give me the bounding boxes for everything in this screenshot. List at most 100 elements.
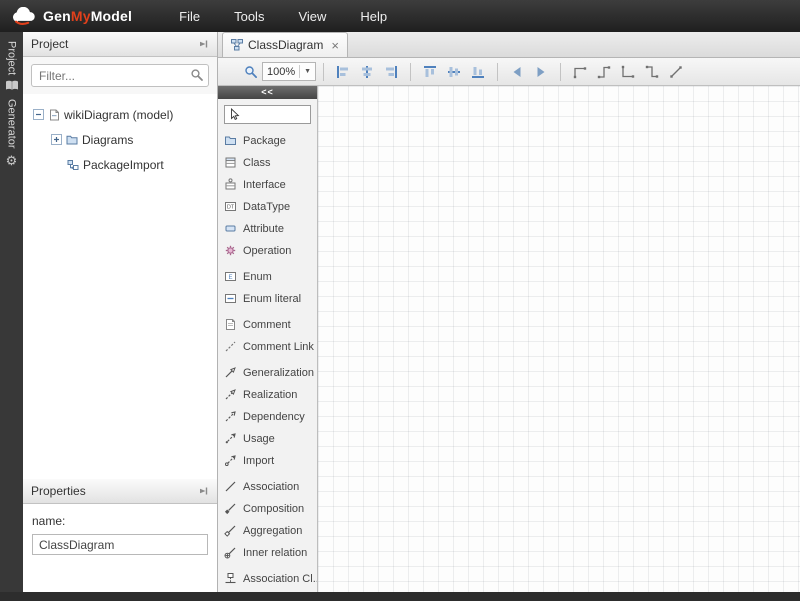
rail-tab-project[interactable]: Project bbox=[5, 37, 19, 95]
connector-down-right-button[interactable] bbox=[616, 60, 640, 83]
brand-text-my: My bbox=[71, 8, 91, 24]
book-icon bbox=[5, 80, 19, 91]
generalization-icon bbox=[224, 366, 237, 379]
rail-tab-project-label: Project bbox=[6, 41, 18, 75]
palette-item-label: Association Cl... bbox=[243, 573, 317, 585]
association-icon bbox=[224, 480, 237, 493]
app-window: GenMyModel File Tools View Help Project … bbox=[0, 0, 800, 601]
tree-item-wikidiagram[interactable]: wikiDiagram (model) bbox=[27, 102, 213, 127]
tree-item-diagrams[interactable]: Diagrams bbox=[27, 127, 213, 152]
palette-item-datatype[interactable]: DTDataType bbox=[224, 196, 317, 218]
palette-item-aggregation[interactable]: Aggregation bbox=[224, 520, 317, 542]
tree-item-packageimport[interactable]: PackageImport bbox=[27, 152, 213, 177]
genmymodel-logo-icon bbox=[10, 7, 38, 26]
diagrams-folder-icon bbox=[66, 134, 78, 146]
connector-straight-button[interactable] bbox=[664, 60, 688, 83]
expand-toggle-icon[interactable] bbox=[51, 134, 62, 145]
palette-item-label: Composition bbox=[243, 503, 304, 515]
align-middle-button[interactable] bbox=[442, 60, 466, 83]
connector-step-down-button[interactable] bbox=[640, 60, 664, 83]
usage-icon bbox=[224, 432, 237, 445]
palette-item-comment-link[interactable]: Comment Link bbox=[224, 336, 317, 358]
palette-item-dependency[interactable]: Dependency bbox=[224, 406, 317, 428]
menu-tools[interactable]: Tools bbox=[217, 2, 281, 31]
zoom-icon bbox=[244, 65, 258, 79]
connector-up-right-icon bbox=[573, 65, 587, 79]
align-center-button[interactable] bbox=[355, 60, 379, 83]
palette-item-package[interactable]: Package bbox=[224, 130, 317, 152]
toolbar-separator bbox=[560, 63, 561, 81]
palette-item-usage[interactable]: Usage bbox=[224, 428, 317, 450]
align-right-icon bbox=[384, 65, 398, 79]
palette-item-interface[interactable]: Interface bbox=[224, 174, 317, 196]
enum-icon: E bbox=[224, 270, 237, 283]
svg-text:E: E bbox=[228, 275, 232, 281]
tab-label: ClassDiagram bbox=[248, 38, 323, 52]
name-field[interactable] bbox=[32, 534, 208, 555]
selection-tool[interactable] bbox=[224, 105, 311, 124]
aggregation-icon bbox=[224, 524, 237, 537]
operation-gear-icon bbox=[224, 244, 237, 257]
editor-area: ClassDiagram × 100% ▼ bbox=[218, 32, 800, 592]
palette-item-label: Interface bbox=[243, 179, 286, 191]
project-panel: Project bbox=[23, 32, 218, 592]
toolbar-separator bbox=[497, 63, 498, 81]
enum-literal-icon bbox=[224, 292, 237, 305]
diagram-canvas[interactable] bbox=[318, 86, 800, 592]
align-top-icon bbox=[423, 65, 437, 79]
rail-tab-generator[interactable]: Generator ⚙ bbox=[6, 95, 18, 171]
palette-item-label: Association bbox=[243, 481, 299, 493]
palette-item-operation[interactable]: Operation bbox=[224, 240, 317, 262]
filter-input[interactable] bbox=[31, 64, 209, 87]
connector-up-right-button[interactable] bbox=[568, 60, 592, 83]
palette-item-realization[interactable]: Realization bbox=[224, 384, 317, 406]
palette-item-association[interactable]: Association bbox=[224, 476, 317, 498]
arrow-right-icon bbox=[534, 65, 548, 79]
close-icon[interactable]: × bbox=[331, 38, 339, 53]
align-top-button[interactable] bbox=[418, 60, 442, 83]
composition-icon bbox=[224, 502, 237, 515]
palette-item-enum[interactable]: EEnum bbox=[224, 266, 317, 288]
zoom-select[interactable]: 100% ▼ bbox=[262, 62, 316, 81]
package-import-icon bbox=[67, 159, 79, 171]
pin-icon[interactable] bbox=[197, 38, 209, 50]
connector-step-up-button[interactable] bbox=[592, 60, 616, 83]
arrow-left-button[interactable] bbox=[505, 60, 529, 83]
zoom-control[interactable]: 100% ▼ bbox=[244, 62, 316, 81]
project-panel-title: Project bbox=[31, 37, 197, 51]
menu-help[interactable]: Help bbox=[343, 2, 404, 31]
align-right-button[interactable] bbox=[379, 60, 403, 83]
tool-palette: << Package Class Interface DTDataType At… bbox=[218, 86, 318, 592]
align-left-button[interactable] bbox=[331, 60, 355, 83]
palette-item-composition[interactable]: Composition bbox=[224, 498, 317, 520]
palette-item-comment[interactable]: Comment bbox=[224, 314, 317, 336]
collapse-toggle-icon[interactable] bbox=[33, 109, 44, 120]
align-bottom-icon bbox=[471, 65, 485, 79]
properties-panel-title: Properties bbox=[31, 484, 197, 498]
arrow-right-button[interactable] bbox=[529, 60, 553, 83]
palette-item-generalization[interactable]: Generalization bbox=[224, 362, 317, 384]
palette-item-enum-literal[interactable]: Enum literal bbox=[224, 288, 317, 310]
datatype-icon: DT bbox=[224, 200, 237, 213]
brand[interactable]: GenMyModel bbox=[10, 7, 132, 26]
tab-classdiagram[interactable]: ClassDiagram × bbox=[222, 32, 348, 57]
menu-file[interactable]: File bbox=[162, 2, 217, 31]
palette-item-inner-relation[interactable]: Inner relation bbox=[224, 542, 317, 564]
filter-row bbox=[23, 57, 217, 94]
zoom-level: 100% bbox=[267, 66, 295, 78]
palette-item-attribute[interactable]: Attribute bbox=[224, 218, 317, 240]
align-center-icon bbox=[360, 65, 374, 79]
menu-view[interactable]: View bbox=[281, 2, 343, 31]
comment-link-icon bbox=[224, 340, 237, 353]
menu-bar: File Tools View Help bbox=[162, 2, 404, 31]
palette-item-label: Realization bbox=[243, 389, 297, 401]
palette-item-association-class[interactable]: Association Cl... bbox=[224, 568, 317, 590]
tree-item-label: wikiDiagram (model) bbox=[64, 108, 173, 122]
zoom-divider bbox=[299, 65, 300, 78]
topbar: GenMyModel File Tools View Help bbox=[0, 0, 800, 32]
palette-item-class[interactable]: Class bbox=[224, 152, 317, 174]
pin-icon[interactable] bbox=[197, 485, 209, 497]
palette-item-import[interactable]: Import bbox=[224, 450, 317, 472]
align-bottom-button[interactable] bbox=[466, 60, 490, 83]
palette-collapse-button[interactable]: << bbox=[218, 86, 317, 99]
